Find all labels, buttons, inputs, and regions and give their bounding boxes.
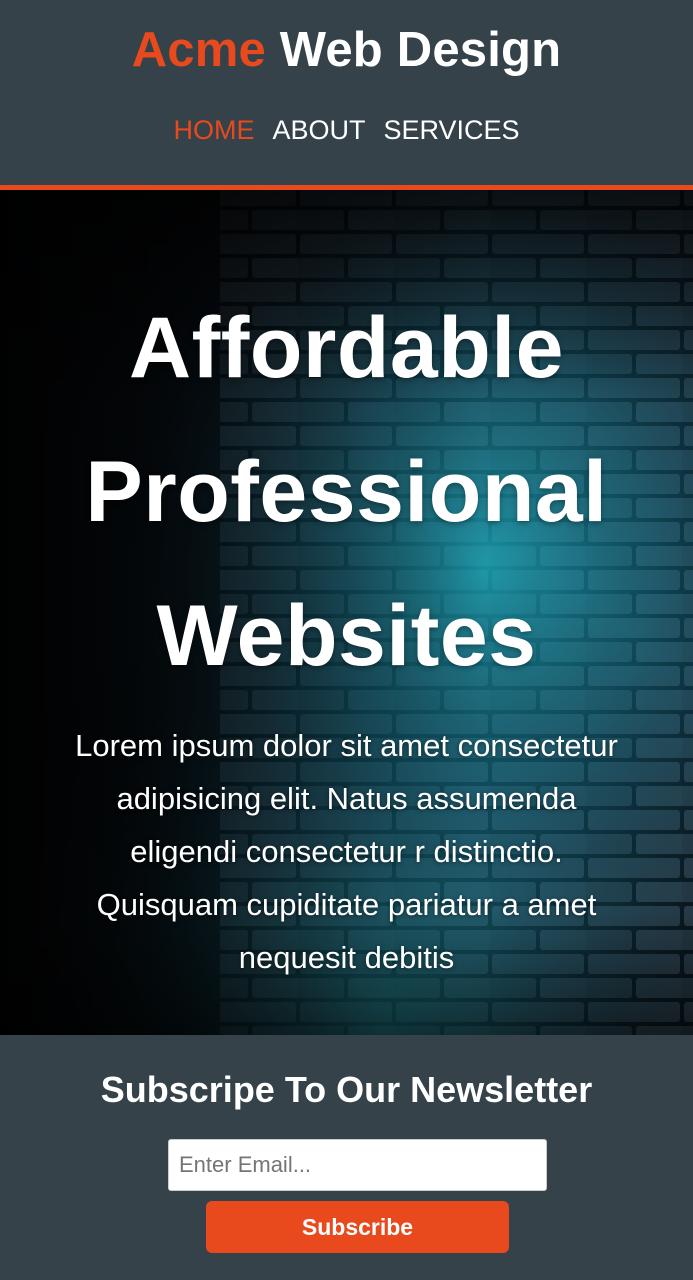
email-input[interactable] — [168, 1139, 547, 1191]
newsletter-section: Subscripe To Our Newsletter Subscribe — [0, 1035, 693, 1280]
newsletter-heading: Subscripe To Our Newsletter — [100, 1069, 593, 1110]
site-header: Acme Web Design Home About Services — [0, 0, 693, 186]
subscribe-button[interactable]: Subscribe — [206, 1201, 509, 1253]
brand-highlight: Acme — [131, 23, 266, 77]
showcase-section: Affordable Professional Websites Lorem i… — [0, 190, 693, 1035]
nav-link-home[interactable]: Home — [173, 110, 254, 150]
showcase-heading: Affordable Professional Websites — [85, 300, 608, 684]
main-nav: Home About Services — [0, 110, 693, 150]
showcase-description: Lorem ipsum dolor sit amet consectetur a… — [75, 728, 618, 975]
brand-logo[interactable]: Acme Web Design — [0, 18, 693, 82]
brand-name: Web Design — [265, 23, 562, 77]
nav-link-about[interactable]: About — [272, 110, 365, 150]
nav-link-services[interactable]: Services — [383, 110, 519, 150]
